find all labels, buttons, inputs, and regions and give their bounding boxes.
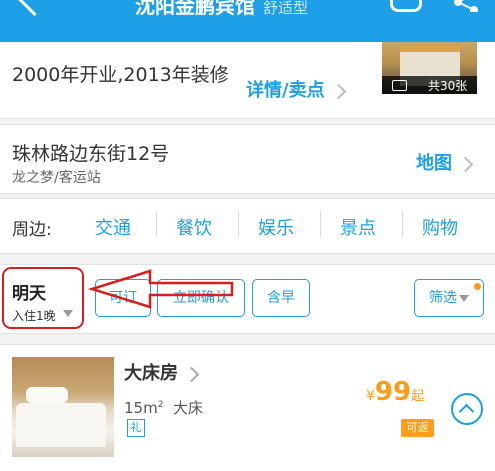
cashback-badge: 可返: [401, 419, 434, 437]
photo-count-bar: 共30张: [382, 76, 477, 94]
bed-type: 大床: [172, 399, 203, 417]
hotel-opened-info: 2000年开业,2013年装修: [12, 64, 229, 86]
map-link[interactable]: 地图: [416, 149, 474, 175]
divider: [320, 211, 321, 237]
back-arrow-icon[interactable]: [16, 0, 53, 17]
currency-symbol: ¥: [366, 388, 375, 404]
camera-icon: [392, 80, 407, 91]
notification-dot: [474, 283, 481, 290]
price-value: 99: [374, 377, 412, 407]
surroundings-dining[interactable]: 餐饮: [176, 214, 212, 240]
details-link-label: 详情/卖点: [246, 80, 325, 101]
pillow-image: [26, 387, 68, 403]
bed-image: [16, 403, 106, 447]
surroundings-transport[interactable]: 交通: [95, 214, 131, 240]
price-suffix: 起: [411, 389, 425, 404]
instant-confirm-filter-button[interactable]: 立即确认: [157, 279, 245, 317]
room-photo[interactable]: [12, 357, 114, 457]
stay-length: 入住1晚: [12, 309, 56, 323]
checkin-date: 明天: [12, 284, 46, 304]
date-selector[interactable]: 明天 入住1晚: [2, 267, 84, 329]
chevron-up-icon: [458, 403, 475, 420]
collapse-button[interactable]: [451, 393, 483, 425]
details-link[interactable]: 详情/卖点: [246, 76, 346, 102]
filter-button[interactable]: 筛选: [414, 279, 484, 317]
hotel-title: 沈阳金鹏宾馆 舒适型: [135, 0, 308, 19]
chevron-right-icon: [330, 83, 346, 99]
top-bar: 沈阳金鹏宾馆 舒适型: [0, 0, 495, 42]
nearby-place: 龙之梦/客运站: [12, 170, 101, 186]
room-area-unit: 2: [157, 400, 164, 410]
surroundings-sights[interactable]: 景点: [340, 214, 376, 240]
divider: [238, 211, 239, 237]
hotel-address: 珠林路边东街12号: [12, 143, 170, 165]
surroundings-shopping[interactable]: 购物: [422, 214, 458, 240]
bookable-filter-button[interactable]: 可订: [95, 279, 151, 317]
map-link-label: 地图: [416, 153, 452, 174]
hotel-category: 舒适型: [263, 0, 309, 17]
dropdown-arrow-icon: [63, 310, 73, 317]
favorite-icon[interactable]: [390, 0, 422, 12]
room-area: 15m: [124, 399, 158, 417]
divider: [402, 211, 403, 237]
breakfast-filter-button[interactable]: 含早: [252, 279, 310, 317]
divider: [156, 211, 157, 237]
room-name-label: 大床房: [124, 363, 178, 384]
hotel-name: 沈阳金鹏宾馆: [135, 0, 255, 18]
surroundings-row: 周边: 交通 餐饮 娱乐 景点 购物: [0, 198, 495, 254]
surroundings-entertainment[interactable]: 娱乐: [258, 214, 294, 240]
room-size: 15m2 大床: [124, 397, 203, 418]
room-name[interactable]: 大床房: [124, 359, 200, 385]
filter-label: 筛选: [429, 290, 457, 306]
address-row[interactable]: 珠林路边东街12号 龙之梦/客运站 地图: [0, 124, 495, 194]
photo-count: 共30张: [428, 79, 468, 93]
filter-row: 明天 入住1晚 可订 立即确认 含早 筛选: [0, 264, 495, 334]
hotel-photo[interactable]: 共30张: [382, 42, 477, 94]
dropdown-arrow-icon: [459, 294, 469, 302]
room-row[interactable]: 大床房 15m2 大床 礼 ¥99起 可返: [0, 344, 495, 471]
share-icon[interactable]: [452, 0, 480, 12]
chevron-right-icon: [183, 366, 200, 382]
chevron-right-icon: [457, 156, 474, 172]
room-price: ¥99起: [366, 377, 424, 407]
gift-badge: 礼: [127, 419, 145, 437]
surroundings-label: 周边:: [12, 220, 52, 240]
